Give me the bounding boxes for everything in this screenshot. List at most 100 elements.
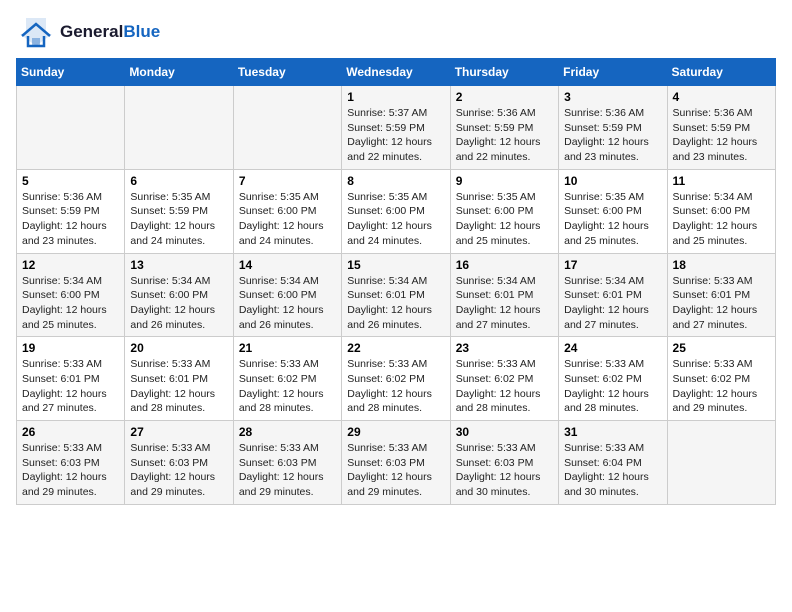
day-info: Sunrise: 5:36 AMSunset: 5:59 PMDaylight:…	[673, 106, 770, 165]
day-info: Sunrise: 5:37 AMSunset: 5:59 PMDaylight:…	[347, 106, 444, 165]
day-info: Sunrise: 5:33 AMSunset: 6:03 PMDaylight:…	[22, 441, 119, 500]
weekday-header-saturday: Saturday	[667, 59, 775, 86]
calendar-cell: 6 Sunrise: 5:35 AMSunset: 5:59 PMDaylight…	[125, 169, 233, 253]
day-number: 16	[456, 258, 553, 272]
weekday-header-monday: Monday	[125, 59, 233, 86]
calendar-cell: 2Sunrise: 5:36 AMSunset: 5:59 PMDaylight…	[450, 86, 558, 170]
calendar-week-row: 1 Sunrise: 5:37 AMSunset: 5:59 PMDaylight…	[17, 86, 776, 170]
day-number: 3	[564, 90, 661, 104]
day-info: Sunrise: 5:34 AMSunset: 6:00 PMDaylight:…	[673, 190, 770, 249]
day-info: Sunrise: 5:36 AMSunset: 5:59 PMDaylight:…	[564, 106, 661, 165]
weekday-header-row: SundayMondayTuesdayWednesdayThursdayFrid…	[17, 59, 776, 86]
day-info: Sunrise: 5:34 AMSunset: 6:01 PMDaylight:…	[564, 274, 661, 333]
weekday-header-sunday: Sunday	[17, 59, 125, 86]
day-info: Sunrise: 5:35 AMSunset: 5:59 PMDaylight:…	[130, 190, 227, 249]
calendar-cell: 7 Sunrise: 5:35 AMSunset: 6:00 PMDaylight…	[233, 169, 341, 253]
day-number: 19	[22, 341, 119, 355]
day-number: 4	[673, 90, 770, 104]
calendar-cell: 11Sunrise: 5:34 AMSunset: 6:00 PMDayligh…	[667, 169, 775, 253]
calendar-cell: 1 Sunrise: 5:37 AMSunset: 5:59 PMDaylight…	[342, 86, 450, 170]
day-info: Sunrise: 5:35 AMSunset: 6:00 PMDaylight:…	[456, 190, 553, 249]
day-number: 8	[347, 174, 444, 188]
day-number: 15	[347, 258, 444, 272]
calendar-cell: 31 Sunrise: 5:33 AMSunset: 6:04 PMDayligh…	[559, 421, 667, 505]
calendar-cell: 24 Sunrise: 5:33 AMSunset: 6:02 PMDayligh…	[559, 337, 667, 421]
calendar-cell: 23Sunrise: 5:33 AMSunset: 6:02 PMDayligh…	[450, 337, 558, 421]
day-number: 31	[564, 425, 661, 439]
header: General Blue	[16, 16, 776, 48]
calendar-table: SundayMondayTuesdayWednesdayThursdayFrid…	[16, 58, 776, 505]
calendar-cell: 30Sunrise: 5:33 AMSunset: 6:03 PMDayligh…	[450, 421, 558, 505]
day-info: Sunrise: 5:33 AMSunset: 6:02 PMDaylight:…	[239, 357, 336, 416]
day-number: 20	[130, 341, 227, 355]
weekday-header-tuesday: Tuesday	[233, 59, 341, 86]
calendar-cell: 25 Sunrise: 5:33 AMSunset: 6:02 PMDayligh…	[667, 337, 775, 421]
calendar-cell: 15 Sunrise: 5:34 AMSunset: 6:01 PMDayligh…	[342, 253, 450, 337]
calendar-cell: 12 Sunrise: 5:34 AMSunset: 6:00 PMDayligh…	[17, 253, 125, 337]
day-number: 27	[130, 425, 227, 439]
day-info: Sunrise: 5:33 AMSunset: 6:03 PMDaylight:…	[239, 441, 336, 500]
calendar-week-row: 19 Sunrise: 5:33 AMSunset: 6:01 PMDayligh…	[17, 337, 776, 421]
day-info: Sunrise: 5:34 AMSunset: 6:00 PMDaylight:…	[239, 274, 336, 333]
calendar-cell: 4 Sunrise: 5:36 AMSunset: 5:59 PMDaylight…	[667, 86, 775, 170]
calendar-cell: 29 Sunrise: 5:33 AMSunset: 6:03 PMDayligh…	[342, 421, 450, 505]
day-number: 13	[130, 258, 227, 272]
calendar-cell: 22 Sunrise: 5:33 AMSunset: 6:02 PMDayligh…	[342, 337, 450, 421]
calendar-cell: 3 Sunrise: 5:36 AMSunset: 5:59 PMDaylight…	[559, 86, 667, 170]
logo-svg	[16, 16, 56, 48]
calendar-cell	[125, 86, 233, 170]
day-number: 1	[347, 90, 444, 104]
day-info: Sunrise: 5:33 AMSunset: 6:01 PMDaylight:…	[130, 357, 227, 416]
day-info: Sunrise: 5:33 AMSunset: 6:01 PMDaylight:…	[22, 357, 119, 416]
day-number: 22	[347, 341, 444, 355]
logo-general-text: General	[60, 22, 123, 42]
logo-blue-text: Blue	[123, 22, 160, 42]
day-info: Sunrise: 5:35 AMSunset: 6:00 PMDaylight:…	[564, 190, 661, 249]
calendar-week-row: 5 Sunrise: 5:36 AMSunset: 5:59 PMDaylight…	[17, 169, 776, 253]
day-info: Sunrise: 5:36 AMSunset: 5:59 PMDaylight:…	[22, 190, 119, 249]
day-number: 7	[239, 174, 336, 188]
calendar-cell: 18 Sunrise: 5:33 AMSunset: 6:01 PMDayligh…	[667, 253, 775, 337]
day-number: 24	[564, 341, 661, 355]
calendar-cell	[233, 86, 341, 170]
calendar-cell: 17 Sunrise: 5:34 AMSunset: 6:01 PMDayligh…	[559, 253, 667, 337]
day-number: 9	[456, 174, 553, 188]
day-info: Sunrise: 5:33 AMSunset: 6:03 PMDaylight:…	[456, 441, 553, 500]
day-info: Sunrise: 5:35 AMSunset: 6:00 PMDaylight:…	[347, 190, 444, 249]
day-info: Sunrise: 5:33 AMSunset: 6:03 PMDaylight:…	[130, 441, 227, 500]
day-info: Sunrise: 5:33 AMSunset: 6:02 PMDaylight:…	[456, 357, 553, 416]
calendar-cell: 16Sunrise: 5:34 AMSunset: 6:01 PMDayligh…	[450, 253, 558, 337]
day-number: 29	[347, 425, 444, 439]
calendar-cell: 5 Sunrise: 5:36 AMSunset: 5:59 PMDaylight…	[17, 169, 125, 253]
day-number: 25	[673, 341, 770, 355]
day-info: Sunrise: 5:33 AMSunset: 6:01 PMDaylight:…	[673, 274, 770, 333]
calendar-week-row: 26Sunrise: 5:33 AMSunset: 6:03 PMDayligh…	[17, 421, 776, 505]
day-number: 17	[564, 258, 661, 272]
day-number: 12	[22, 258, 119, 272]
calendar-cell: 9 Sunrise: 5:35 AMSunset: 6:00 PMDaylight…	[450, 169, 558, 253]
day-number: 2	[456, 90, 553, 104]
day-info: Sunrise: 5:33 AMSunset: 6:04 PMDaylight:…	[564, 441, 661, 500]
calendar-cell: 8 Sunrise: 5:35 AMSunset: 6:00 PMDaylight…	[342, 169, 450, 253]
weekday-header-wednesday: Wednesday	[342, 59, 450, 86]
calendar-cell	[17, 86, 125, 170]
weekday-header-thursday: Thursday	[450, 59, 558, 86]
day-info: Sunrise: 5:33 AMSunset: 6:02 PMDaylight:…	[673, 357, 770, 416]
day-number: 6	[130, 174, 227, 188]
calendar-cell: 10Sunrise: 5:35 AMSunset: 6:00 PMDayligh…	[559, 169, 667, 253]
calendar-cell: 14Sunrise: 5:34 AMSunset: 6:00 PMDayligh…	[233, 253, 341, 337]
day-info: Sunrise: 5:34 AMSunset: 6:00 PMDaylight:…	[22, 274, 119, 333]
day-number: 28	[239, 425, 336, 439]
calendar-cell: 13Sunrise: 5:34 AMSunset: 6:00 PMDayligh…	[125, 253, 233, 337]
day-info: Sunrise: 5:33 AMSunset: 6:02 PMDaylight:…	[564, 357, 661, 416]
day-info: Sunrise: 5:34 AMSunset: 6:01 PMDaylight:…	[347, 274, 444, 333]
calendar-week-row: 12 Sunrise: 5:34 AMSunset: 6:00 PMDayligh…	[17, 253, 776, 337]
calendar-cell: 26Sunrise: 5:33 AMSunset: 6:03 PMDayligh…	[17, 421, 125, 505]
day-number: 21	[239, 341, 336, 355]
day-info: Sunrise: 5:33 AMSunset: 6:03 PMDaylight:…	[347, 441, 444, 500]
day-number: 18	[673, 258, 770, 272]
day-info: Sunrise: 5:35 AMSunset: 6:00 PMDaylight:…	[239, 190, 336, 249]
weekday-header-friday: Friday	[559, 59, 667, 86]
day-number: 5	[22, 174, 119, 188]
day-info: Sunrise: 5:33 AMSunset: 6:02 PMDaylight:…	[347, 357, 444, 416]
